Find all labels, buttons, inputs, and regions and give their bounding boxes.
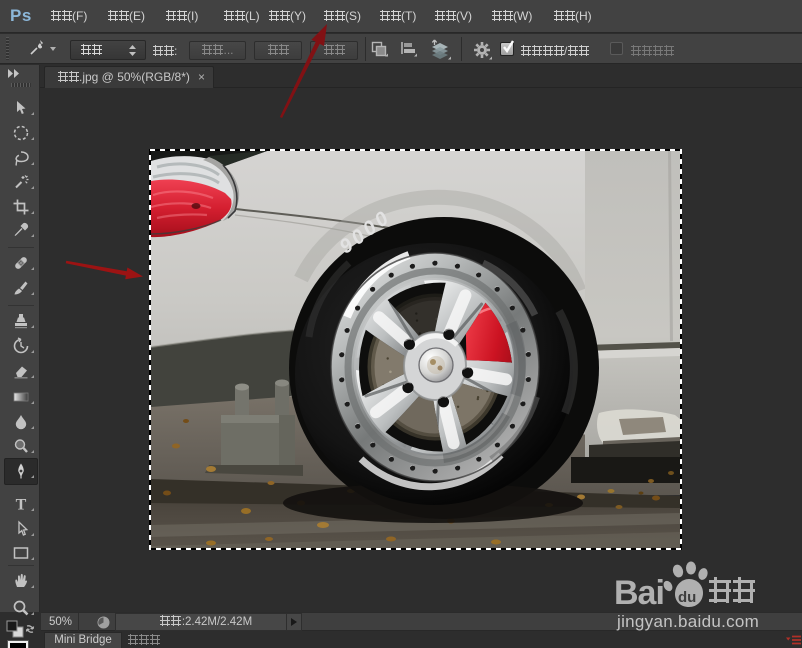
svg-text:du: du [678, 589, 696, 606]
svg-text:Bai: Bai [614, 574, 664, 610]
svg-text:T: T [16, 497, 27, 514]
